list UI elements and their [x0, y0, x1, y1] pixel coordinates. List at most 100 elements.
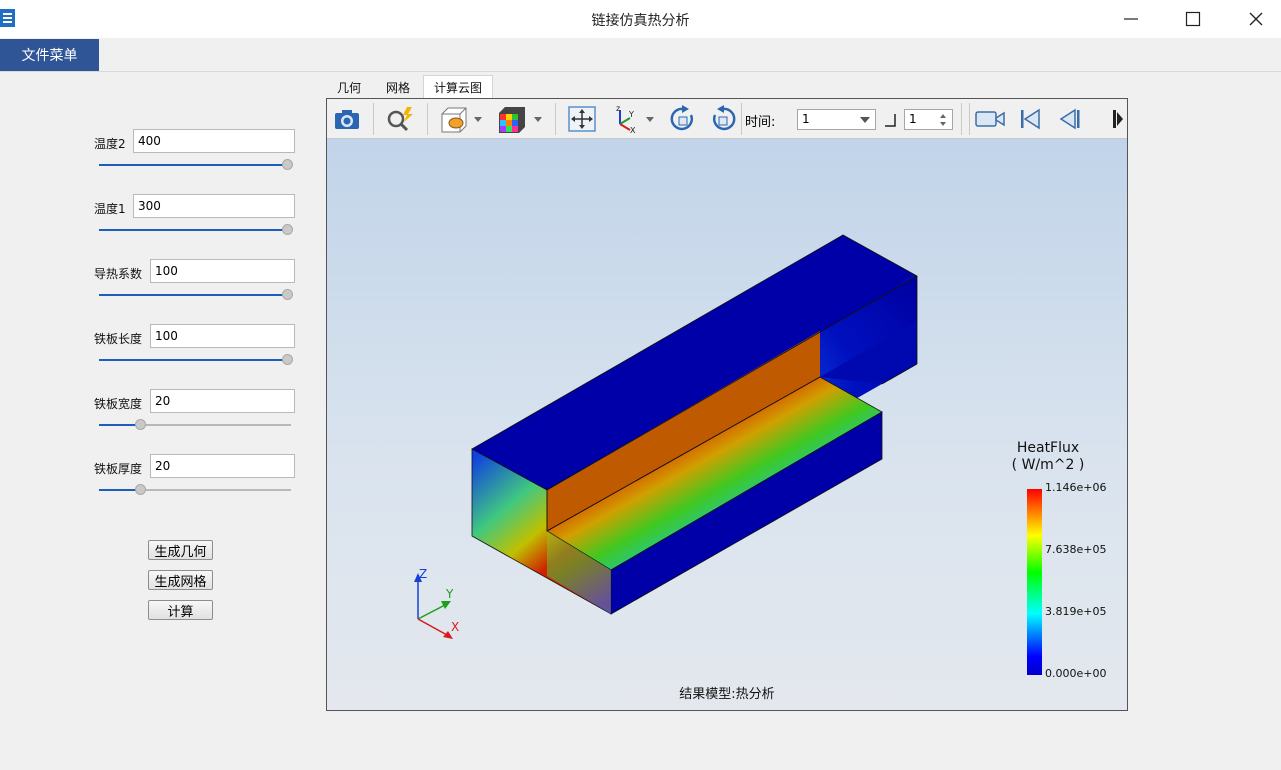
temperature2-slider[interactable]: [99, 159, 293, 171]
step-spinbox-value: 1: [909, 112, 917, 126]
colorbar-label-min: 0.000e+00: [1045, 667, 1107, 680]
maximize-button[interactable]: [1170, 4, 1216, 34]
temperature1-input[interactable]: [133, 194, 295, 218]
toolbar-separator: [741, 103, 742, 135]
camera-icon: [335, 110, 359, 129]
generate-geometry-button[interactable]: 生成几何: [148, 540, 213, 560]
zoom-icon: [387, 107, 413, 132]
close-button[interactable]: [1233, 4, 1279, 34]
plate-length-slider[interactable]: [99, 354, 293, 366]
slider-fill: [99, 294, 287, 296]
compute-button[interactable]: 计算: [148, 600, 213, 620]
slider-thumb[interactable]: [282, 224, 293, 235]
tab-contour[interactable]: 计算云图: [423, 75, 493, 99]
plate-width-slider[interactable]: [99, 419, 291, 431]
colorbar-label-max: 1.146e+06: [1045, 481, 1107, 494]
slider-thumb[interactable]: [282, 159, 293, 170]
plate-width-input[interactable]: [150, 389, 295, 413]
viewer-toolbar: z Y X 时间: 1 1: [327, 99, 1127, 139]
toolbar-separator: [555, 103, 556, 135]
toolbar-separator: [961, 103, 962, 135]
record-video-button[interactable]: [973, 104, 1007, 134]
time-label: 时间:: [745, 115, 776, 130]
zoom-button[interactable]: [383, 104, 417, 134]
plate-thickness-input[interactable]: [150, 454, 295, 478]
svg-text:Y: Y: [628, 110, 634, 119]
svg-text:z: z: [616, 104, 620, 113]
param-label: 导热系数: [94, 267, 143, 281]
first-frame-icon: [1021, 108, 1040, 130]
colorbar-label-upper: 7.638e+05: [1045, 543, 1107, 556]
window-title: 链接仿真热分析: [591, 13, 690, 29]
slider-fill: [99, 359, 287, 361]
step-icon: [885, 114, 896, 127]
video-camera-icon: [975, 111, 1005, 127]
param-temperature2: 温度2: [94, 129, 296, 189]
plate-length-input[interactable]: [150, 324, 295, 348]
close-icon: [1249, 12, 1263, 26]
screenshot-button[interactable]: [331, 104, 363, 134]
slider-thumb[interactable]: [135, 484, 146, 495]
orientation-axes: Z Y X: [414, 567, 459, 639]
file-menu-button[interactable]: 文件菜单: [0, 39, 99, 71]
slider-fill: [99, 229, 287, 231]
time-select[interactable]: 1: [797, 109, 876, 130]
color-cube-icon: [499, 107, 542, 133]
param-label: 铁板宽度: [94, 397, 143, 411]
param-plate-width: 铁板宽度: [94, 389, 296, 449]
previous-frame-button[interactable]: [1055, 104, 1085, 134]
spin-down-icon[interactable]: [940, 122, 946, 126]
slider-fill: [99, 424, 140, 426]
axis-x-label: X: [451, 620, 459, 634]
axis-z-label: Z: [419, 567, 427, 581]
tab-mesh[interactable]: 网格: [377, 75, 419, 99]
chevron-down-icon: [860, 117, 870, 123]
slider-thumb[interactable]: [135, 419, 146, 430]
colorbar-label-lower: 3.819e+05: [1045, 605, 1107, 618]
spin-up-icon[interactable]: [940, 114, 946, 118]
axes-icon: z Y X: [616, 104, 654, 134]
next-frame-icon: [1113, 110, 1123, 128]
rotate-counterclockwise-button[interactable]: [707, 104, 739, 134]
first-frame-button[interactable]: [1015, 104, 1045, 134]
slider-thumb[interactable]: [282, 289, 293, 300]
rotate-clockwise-button[interactable]: [667, 104, 699, 134]
temperature1-slider[interactable]: [99, 224, 293, 236]
previous-frame-icon: [1059, 108, 1080, 130]
result-viewer: z Y X 时间: 1 1 Z Y X HeatFlux (W/m^2) 1…: [326, 98, 1128, 711]
render-scene[interactable]: Z Y X HeatFlux ( W/m^2 ) 1.146e+06 7.638…: [327, 139, 1127, 710]
toolbar-separator: [373, 103, 374, 135]
colorbar-title-unit: ( W/m^2 ): [1011, 457, 1085, 473]
param-label: 铁板长度: [94, 332, 143, 346]
conductivity-input[interactable]: [150, 259, 295, 283]
rotate-cw-icon: [670, 105, 693, 131]
step-spinbox[interactable]: 1: [904, 109, 953, 130]
axis-y-label: Y: [445, 587, 454, 601]
tab-geometry[interactable]: 几何: [329, 75, 369, 99]
generate-mesh-button[interactable]: 生成网格: [148, 570, 213, 590]
surface-display-icon: [441, 107, 482, 133]
fit-view-icon: [568, 106, 596, 132]
slider-fill: [99, 489, 140, 491]
param-plate-length: 铁板长度: [94, 324, 296, 384]
colorbar: [1027, 489, 1042, 675]
temperature2-input[interactable]: [133, 129, 295, 153]
surface-display-dropdown[interactable]: [437, 104, 485, 134]
maximize-icon: [1185, 11, 1201, 27]
fit-view-button[interactable]: [565, 104, 599, 134]
param-plate-thickness: 铁板厚度: [94, 454, 296, 514]
param-label: 温度1: [94, 202, 126, 216]
svg-text:X: X: [630, 126, 636, 134]
minimize-button[interactable]: [1108, 4, 1154, 34]
title-bar: 链接仿真热分析: [0, 0, 1281, 38]
view-orientation-dropdown[interactable]: z Y X: [609, 104, 659, 134]
slider-thumb[interactable]: [282, 354, 293, 365]
next-frame-button[interactable]: [1107, 104, 1127, 134]
heatflux-model: Z Y X: [414, 234, 918, 639]
time-select-value: 1: [802, 112, 810, 126]
conductivity-slider[interactable]: [99, 289, 293, 301]
plate-thickness-slider[interactable]: [99, 484, 291, 496]
param-label: 温度2: [94, 137, 126, 151]
param-label: 铁板厚度: [94, 462, 143, 476]
color-map-dropdown[interactable]: [495, 104, 545, 134]
